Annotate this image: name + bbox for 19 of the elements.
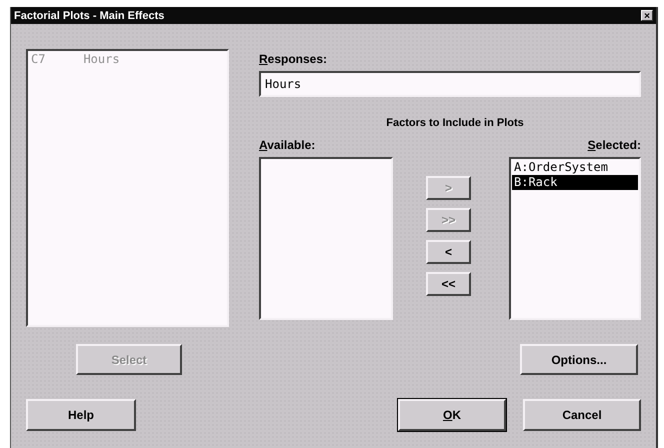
available-list[interactable] (259, 157, 393, 320)
selected-label: Selected: (586, 137, 641, 153)
responses-label: Responses: (259, 51, 328, 68)
options-button[interactable]: Options... (520, 344, 638, 375)
close-button[interactable]: × (641, 10, 653, 21)
available-label: Available: (259, 137, 316, 153)
window-title: Factorial Plots - Main Effects (14, 10, 164, 22)
move-button[interactable]: < (426, 240, 471, 264)
factors-heading: Factors to Include in Plots (385, 117, 525, 129)
dialog-button[interactable]: Help (26, 399, 136, 431)
dialog-button[interactable]: OK (398, 399, 506, 431)
responses-field[interactable]: Hours (259, 71, 641, 97)
dialog-button[interactable]: Cancel (523, 399, 641, 431)
move-button[interactable]: << (426, 272, 471, 296)
list-item[interactable]: B:Rack (512, 175, 638, 190)
column-id: C7 (31, 52, 46, 67)
list-item[interactable]: A:OrderSystem (512, 160, 638, 175)
selected-list[interactable]: A:OrderSystem B:Rack (509, 157, 641, 320)
column-name: Hours (83, 52, 120, 67)
